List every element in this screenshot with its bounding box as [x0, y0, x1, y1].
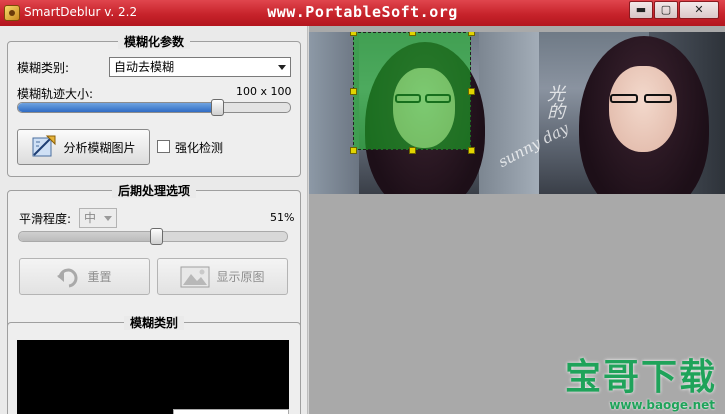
chevron-down-icon [104, 216, 112, 221]
photo-caption-chinese: 光的 [544, 84, 565, 120]
loaded-photo: sunny day 光的 [309, 32, 725, 194]
smooth-slider-thumb[interactable] [149, 228, 163, 245]
preview-overlay-box [173, 409, 289, 414]
enhance-detect-label: 强化检测 [175, 141, 224, 155]
blur-type-group-title: 模糊类别 [123, 316, 184, 330]
reset-label: 重置 [87, 270, 112, 284]
background-building [479, 32, 539, 194]
image-canvas[interactable]: sunny day 光的 宝哥下载 www.baoge.net [309, 26, 725, 414]
smooth-label: 平滑程度: [19, 212, 72, 226]
blur-type-group: 模糊类别 [7, 316, 301, 414]
blur-selection-region[interactable] [353, 32, 471, 150]
title-watermark-url: www.PortableSoft.org [267, 3, 458, 21]
minimize-button[interactable]: ▬ [629, 1, 653, 19]
person-right-face [609, 66, 677, 152]
blur-size-label: 模糊轨迹大小: [17, 87, 94, 101]
selection-handle-top[interactable] [409, 32, 416, 36]
maximize-button[interactable]: ▢ [654, 1, 678, 19]
analyze-blur-button[interactable]: 分析模糊图片 [17, 129, 150, 165]
selection-handle-right[interactable] [468, 88, 475, 95]
show-original-button[interactable]: 显示原图 [157, 258, 288, 295]
selection-handle-bottom-left[interactable] [350, 147, 357, 154]
selection-handle-bottom[interactable] [409, 147, 416, 154]
title-bar: SmartDeblur v. 2.2 www.PortableSoft.org … [0, 0, 725, 26]
ruler-pencil-icon [32, 135, 56, 157]
enhance-detect-checkbox[interactable] [157, 140, 170, 153]
selection-handle-top-left[interactable] [350, 32, 357, 36]
selection-handle-left[interactable] [350, 88, 357, 95]
blur-kernel-preview [17, 340, 289, 414]
blur-size-slider-fill [18, 103, 217, 112]
site-watermark-brand: 宝哥下载 [564, 357, 717, 398]
selection-handle-top-right[interactable] [468, 32, 475, 36]
blur-size-slider[interactable] [17, 99, 291, 116]
selection-handle-bottom-right[interactable] [468, 147, 475, 154]
post-processing-title: 后期处理选项 [111, 184, 196, 198]
close-button[interactable]: ✕ [679, 1, 719, 19]
blur-type-label: 模糊类别: [17, 61, 70, 75]
person-right-glasses-left [610, 94, 638, 103]
post-processing-group: 后期处理选项 平滑程度: 中 51% 重置 显示原图 [7, 184, 301, 330]
blur-type-select[interactable]: 自动去模糊 [109, 57, 291, 77]
window-controls: ▬ ▢ ✕ [629, 1, 719, 19]
blur-size-slider-thumb[interactable] [210, 99, 224, 116]
blur-size-value: 100 x 100 [236, 85, 292, 98]
blur-params-title: 模糊化参数 [117, 35, 190, 49]
smooth-slider-fill [19, 232, 156, 241]
analyze-blur-label: 分析模糊图片 [63, 140, 136, 155]
blur-type-value: 自动去模糊 [114, 60, 175, 74]
smooth-percent: 51% [270, 211, 295, 224]
background-building [309, 32, 359, 194]
reset-button[interactable]: 重置 [19, 258, 150, 295]
blur-params-group: 模糊化参数 模糊类别: 自动去模糊 模糊轨迹大小: 100 x 100 分析模糊… [7, 35, 301, 177]
smooth-slider[interactable] [18, 228, 288, 245]
undo-arrow-icon [57, 268, 78, 287]
smooth-value: 中 [84, 211, 97, 225]
person-right-glasses-right [644, 94, 672, 103]
show-original-label: 显示原图 [216, 270, 265, 284]
landscape-image-icon [180, 266, 210, 287]
site-watermark-url: www.baoge.net [609, 398, 715, 412]
smooth-select[interactable]: 中 [79, 208, 117, 228]
control-panel: 模糊化参数 模糊类别: 自动去模糊 模糊轨迹大小: 100 x 100 分析模糊… [0, 26, 308, 414]
chevron-down-icon [278, 65, 286, 70]
